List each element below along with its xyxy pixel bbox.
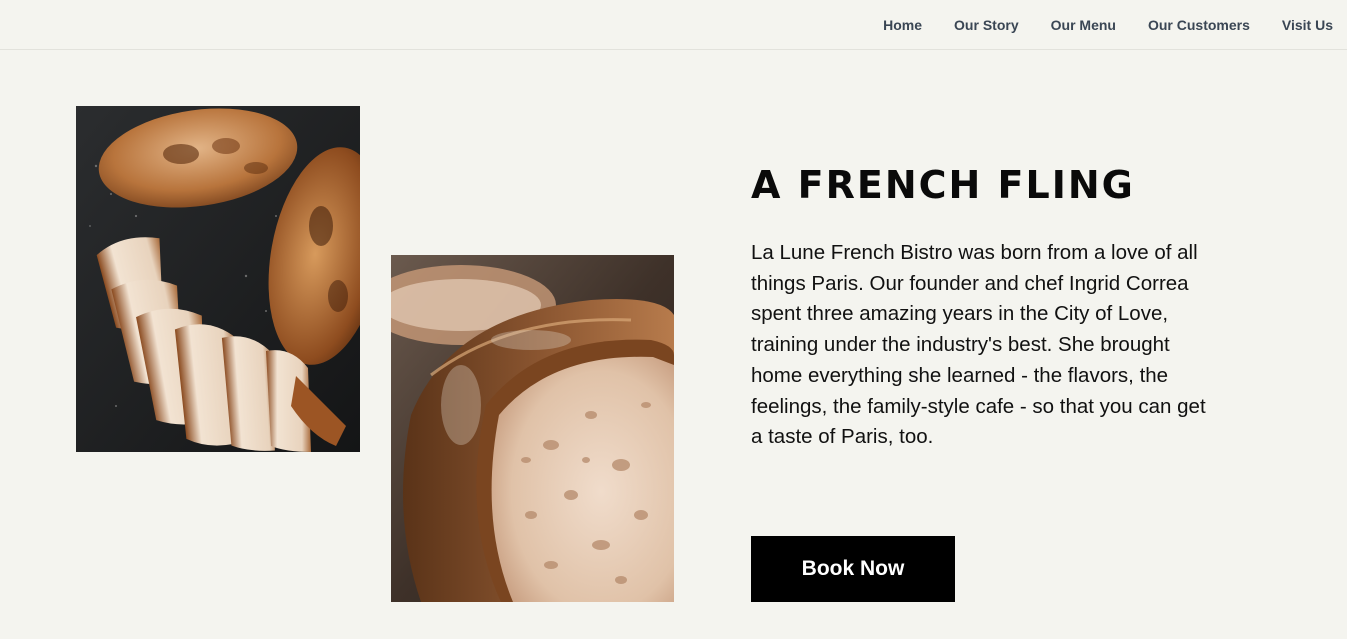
- page-title: A FRENCH FLING: [751, 163, 1135, 207]
- story-paragraph: La Lune French Bistro was born from a lo…: [751, 241, 1206, 449]
- page: Home Our Story Our Menu Our Customers Vi…: [0, 0, 1347, 639]
- grilled-chicken-photo: [76, 106, 360, 452]
- main-nav: Home Our Story Our Menu Our Customers Vi…: [883, 16, 1333, 34]
- nav-our-menu[interactable]: Our Menu: [1051, 16, 1116, 34]
- book-now-button[interactable]: Book Now: [751, 536, 955, 602]
- nav-visit-us[interactable]: Visit Us: [1282, 16, 1333, 34]
- sourdough-bread-photo: [391, 255, 674, 602]
- nav-home[interactable]: Home: [883, 16, 922, 34]
- top-navigation-bar: Home Our Story Our Menu Our Customers Vi…: [0, 0, 1347, 50]
- nav-our-story[interactable]: Our Story: [954, 16, 1019, 34]
- nav-our-customers[interactable]: Our Customers: [1148, 16, 1250, 34]
